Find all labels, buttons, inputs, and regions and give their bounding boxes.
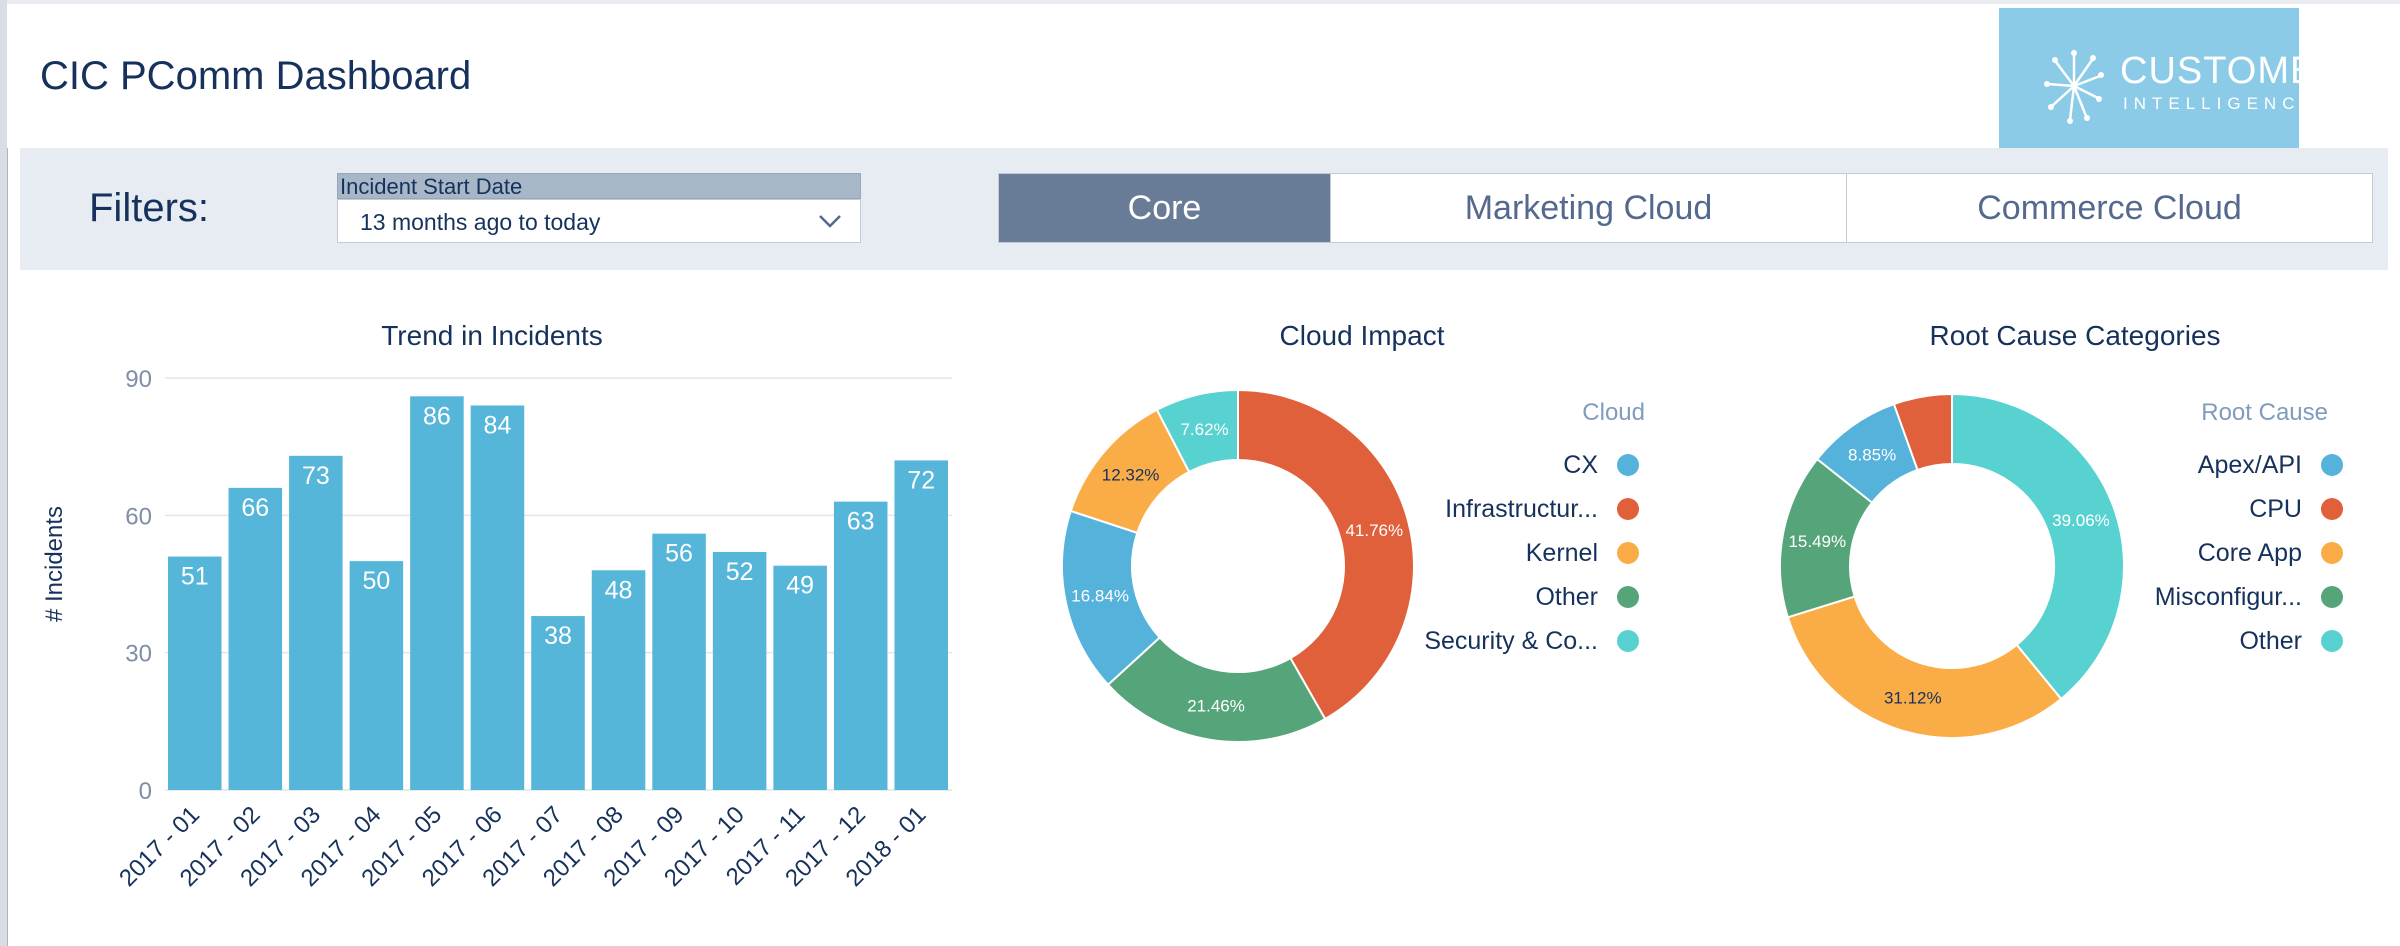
legend-title: Cloud [1582, 399, 1645, 426]
cloud-impact-title: Cloud Impact [1279, 320, 1445, 351]
legend-label: Other [2239, 627, 2302, 655]
tab-commerce-cloud[interactable]: Commerce Cloud [1846, 174, 2372, 242]
date-filter-label: Incident Start Date [337, 173, 861, 199]
bar[interactable] [652, 533, 706, 790]
legend-swatch [1617, 454, 1639, 476]
legend-swatch [2321, 586, 2343, 608]
slice-value-label: 39.06% [2052, 511, 2110, 530]
filters-label: Filters: [89, 186, 209, 230]
legend-swatch [2321, 630, 2343, 652]
bar[interactable] [410, 396, 464, 790]
tab-marketing-cloud[interactable]: Marketing Cloud [1330, 174, 1846, 242]
legend-label: Kernel [1526, 539, 1598, 567]
donut-slice[interactable] [1951, 392, 2125, 701]
bar[interactable] [349, 561, 404, 790]
logo-text-customer: CUSTOMER [2120, 50, 2345, 92]
legend-title: Root Cause [2201, 399, 2328, 426]
y-tick-label: 60 [125, 503, 152, 530]
cloud-impact-donut: 41.76% 21.46% 16.84% 12.32% 7.62% Cloud CX In… [1061, 388, 1645, 743]
slice-value-label: 16.84% [1071, 587, 1129, 606]
legend-swatch [2321, 498, 2343, 520]
root-cause-title: Root Cause Categories [1929, 320, 2221, 351]
dashboard-header: CIC PComm Dashboard CUSTOMER INTELLIGENC… [7, 0, 2400, 152]
legend-label: Apex/API [2198, 451, 2302, 479]
incident-start-date-filter[interactable]: Incident Start Date 13 months ago to tod… [337, 173, 863, 243]
bar-value-label: 86 [423, 402, 451, 430]
bar-value-label: 50 [362, 567, 390, 595]
trend-bar-chart: 0 30 60 90 # Incidents 51 66 73 50 86 84 38 48 56 52… [41, 366, 952, 892]
cloud-toggle: Core Marketing Cloud Commerce Cloud [998, 173, 2373, 243]
bar[interactable] [470, 405, 525, 790]
bar-value-label: 56 [665, 540, 693, 568]
date-range-value: 13 months ago to today [360, 209, 601, 235]
y-axis-label: # Incidents [41, 506, 68, 622]
bar[interactable] [894, 460, 948, 790]
legend-swatch [1617, 586, 1639, 608]
date-range-select[interactable]: 13 months ago to today [337, 199, 861, 243]
customer-intelligence-logo: CUSTOMER INTELLIGENCE [1999, 8, 2344, 152]
bar-value-label: 52 [726, 558, 754, 586]
logo-text-intelligence: INTELLIGENCE [2123, 94, 2318, 113]
page-title: CIC PComm Dashboard [40, 54, 472, 98]
legend-label: Security & Co... [1424, 627, 1598, 655]
y-tick-label: 0 [139, 778, 152, 805]
legend-label: Core App [2198, 539, 2302, 567]
legend-label: Infrastructur... [1445, 495, 1598, 523]
y-tick-label: 30 [125, 641, 152, 668]
bar-value-label: 73 [302, 462, 330, 490]
y-tick-label: 90 [125, 366, 152, 393]
slice-value-label: 8.85% [1848, 446, 1896, 465]
bar-value-label: 48 [605, 576, 633, 604]
donut-slice[interactable] [1786, 595, 2063, 739]
legend-label: CPU [2249, 495, 2302, 523]
legend-swatch [2321, 542, 2343, 564]
bar[interactable] [228, 487, 283, 790]
legend-label: Misconfigur... [2155, 583, 2302, 611]
legend-swatch [1617, 498, 1639, 520]
bar-value-label: 38 [544, 622, 572, 650]
legend-swatch [2321, 454, 2343, 476]
slice-value-label: 21.46% [1187, 696, 1245, 715]
bar-value-label: 51 [181, 563, 209, 591]
starburst-icon [2044, 50, 2104, 124]
bar-value-label: 49 [786, 572, 814, 600]
slice-value-label: 7.62% [1180, 420, 1228, 439]
bar[interactable] [289, 455, 343, 790]
legend-swatch [1617, 630, 1639, 652]
slice-value-label: 15.49% [1788, 532, 1846, 551]
bar-value-label: 66 [241, 494, 269, 522]
tab-core[interactable]: Core [999, 174, 1330, 242]
legend-label: Other [1535, 583, 1598, 611]
slice-value-label: 12.32% [1102, 466, 1160, 485]
chevron-down-icon [819, 215, 841, 228]
slice-value-label: 31.12% [1884, 688, 1942, 707]
bar-value-label: 63 [847, 508, 875, 536]
root-cause-donut: 39.06% 31.12% 15.49% 8.85% Root Cause Apex/… [1779, 392, 2343, 739]
bar[interactable] [833, 501, 888, 790]
slice-value-label: 41.76% [1345, 521, 1403, 540]
legend-label: CX [1563, 451, 1598, 479]
bar-value-label: 72 [907, 466, 935, 494]
legend-swatch [1617, 542, 1639, 564]
bar[interactable] [712, 551, 767, 790]
filter-bar: Filters: Incident Start Date 13 months a… [20, 148, 2388, 270]
bar-value-label: 84 [484, 411, 512, 439]
bar[interactable] [168, 556, 222, 790]
